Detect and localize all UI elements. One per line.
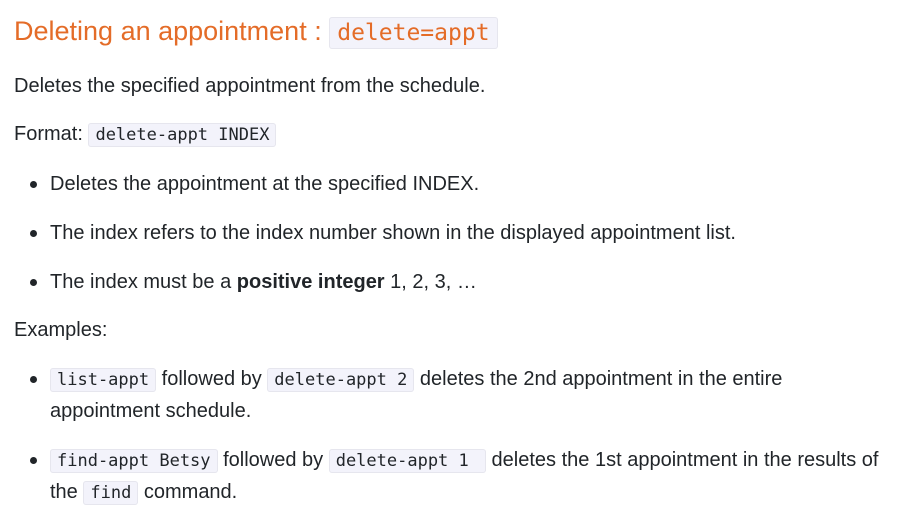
example-text: followed by: [156, 368, 268, 390]
list-item: find-appt Betsy followed by delete-appt …: [14, 445, 898, 509]
heading-command-code: delete=appt: [329, 17, 498, 49]
rule-text: The index refers to the index number sho…: [50, 222, 736, 244]
command-description: Deletes the specified appointment from t…: [14, 75, 486, 97]
example-code: delete-appt 1: [328, 449, 486, 473]
list-item: list-appt followed by delete-appt 2 dele…: [14, 364, 898, 427]
example-code: delete-appt 2: [267, 368, 415, 392]
example-code: list-appt: [50, 368, 157, 392]
example-text: command.: [138, 481, 238, 503]
rule-text-before: The index must be a: [50, 271, 237, 293]
section-heading: Deleting an appointment : delete=appt: [14, 0, 898, 51]
rules-list: Deletes the appointment at the specified…: [14, 169, 898, 316]
list-item: The index refers to the index number sho…: [14, 218, 898, 267]
example-code: find: [83, 481, 139, 505]
document-page: Deleting an appointment : delete=appt De…: [0, 0, 912, 530]
examples-label: Examples:: [14, 319, 108, 341]
format-line: Format: delete-appt INDEX: [14, 119, 277, 149]
rule-text-after: 1, 2, 3, …: [384, 271, 477, 293]
list-item: Deletes the appointment at the specified…: [14, 169, 898, 218]
format-label: Format:: [14, 123, 89, 145]
section-heading-text: Deleting an appointment :: [14, 16, 330, 46]
examples-list: list-appt followed by delete-appt 2 dele…: [14, 364, 898, 509]
rule-text: Deletes the appointment at the specified…: [50, 173, 480, 195]
rule-text-bold: positive integer: [236, 271, 385, 293]
example-text: followed by: [217, 449, 329, 471]
format-code: delete-appt INDEX: [88, 123, 277, 147]
example-code: find-appt Betsy: [50, 449, 218, 473]
list-item: The index must be a positive integer 1, …: [14, 267, 898, 316]
